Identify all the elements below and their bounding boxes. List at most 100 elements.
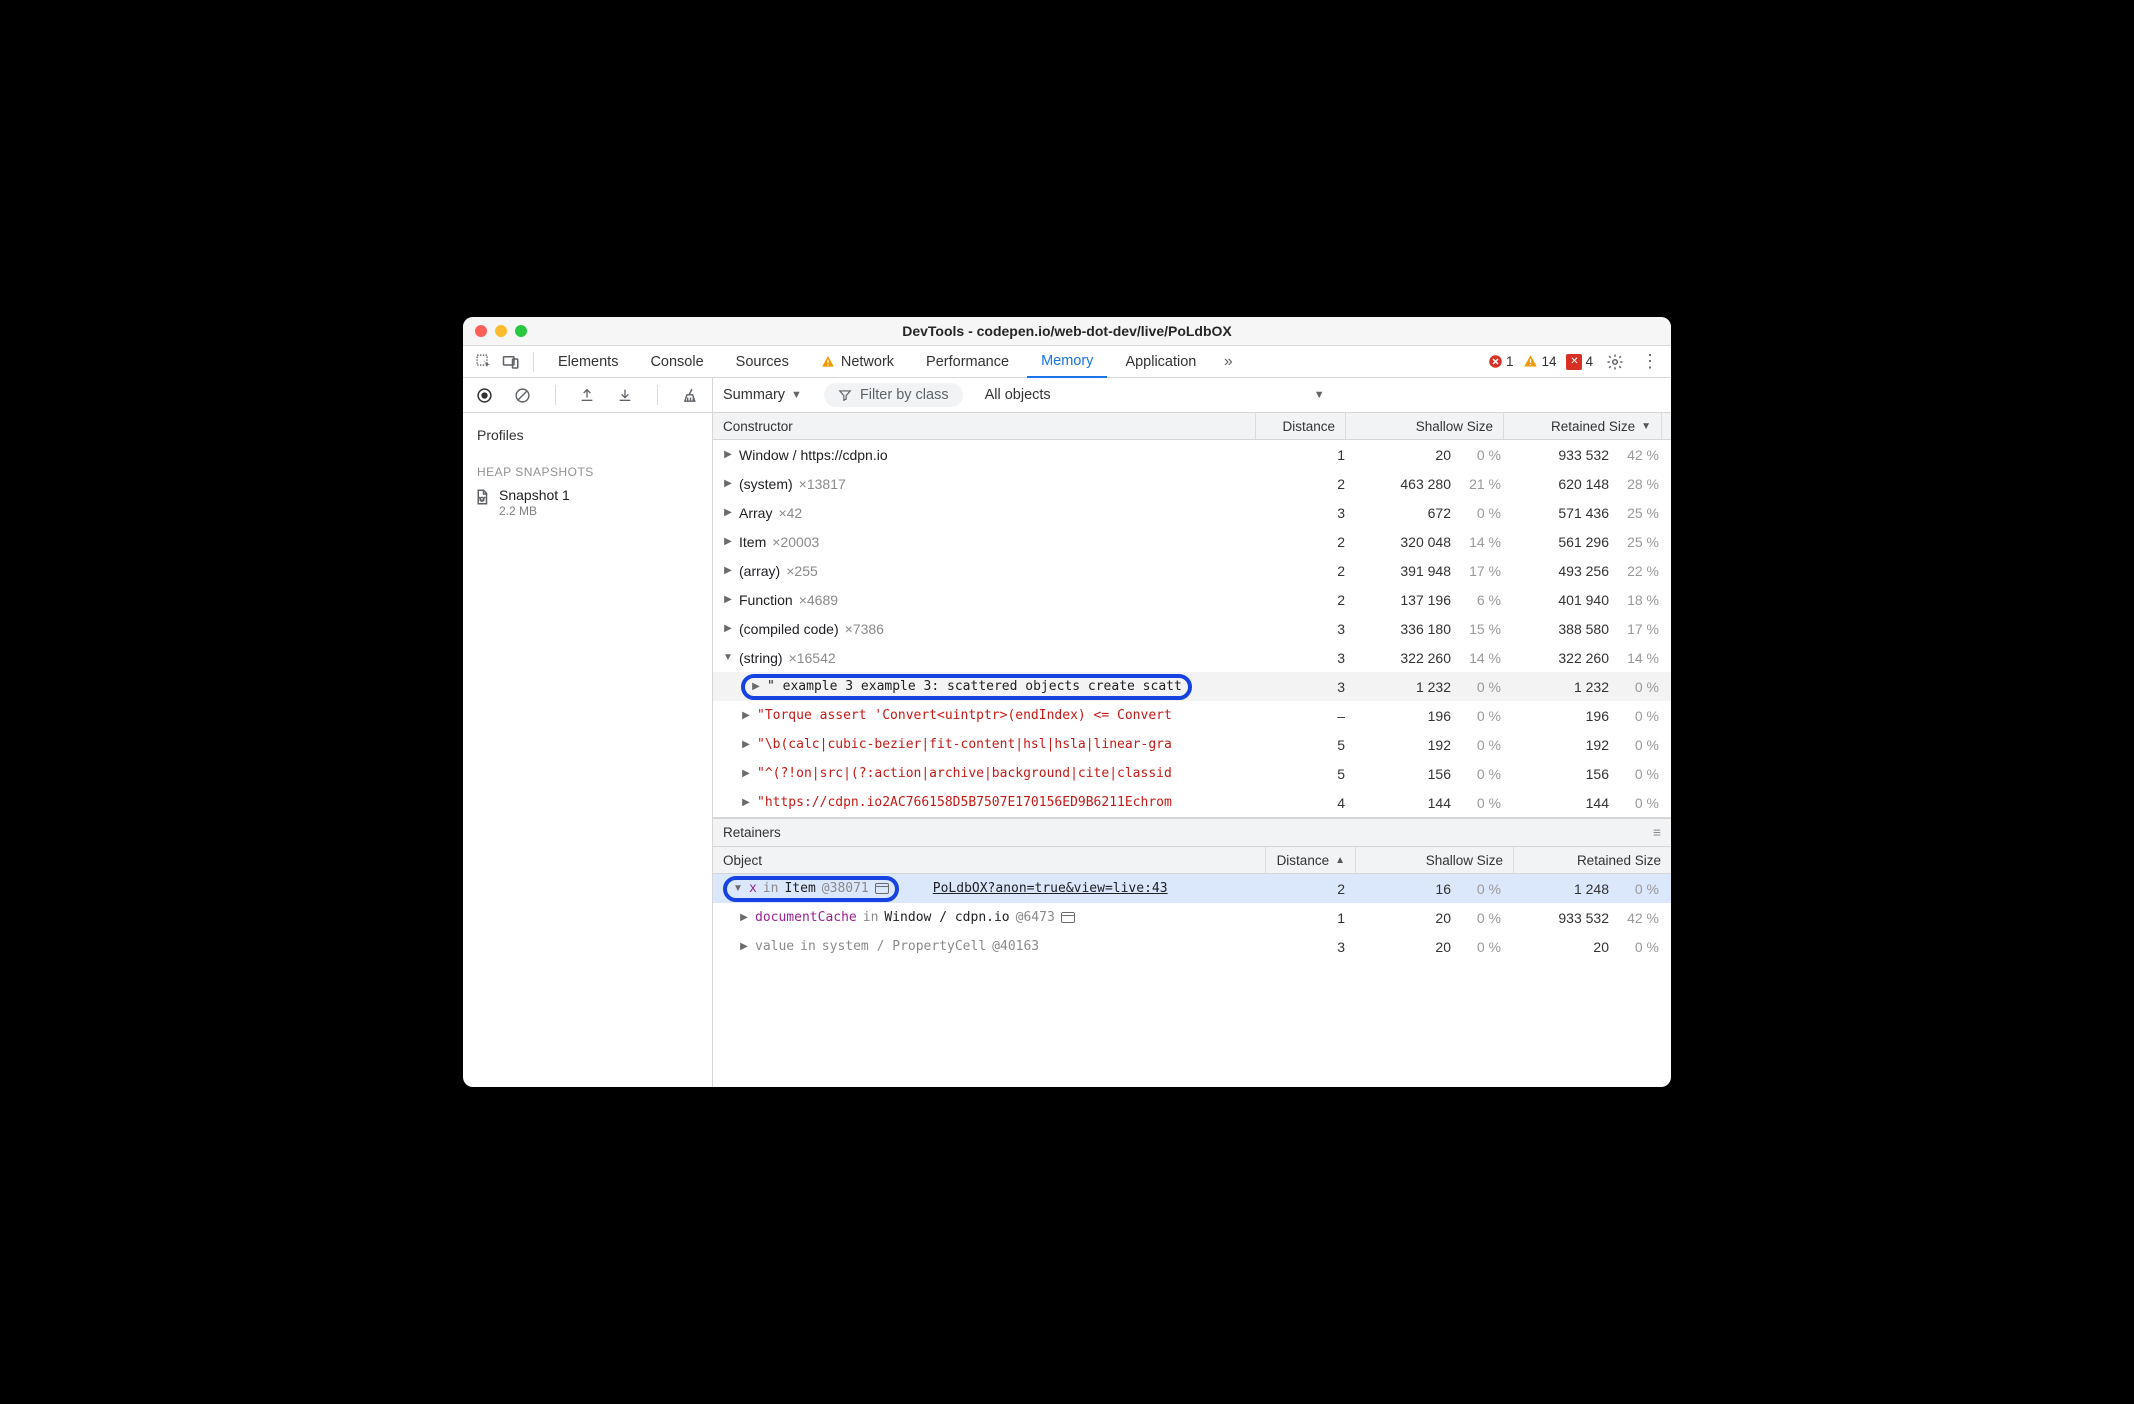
distance-cell: 5 <box>1265 759 1355 788</box>
object-path: Window / cdpn.io <box>884 910 1009 925</box>
tab-label: Network <box>841 354 894 370</box>
view-dropdown[interactable]: Summary ▼ <box>723 387 802 403</box>
class-filter-input[interactable]: Filter by class <box>824 383 963 407</box>
settings-icon[interactable] <box>1603 350 1627 374</box>
disclosure-triangle-icon[interactable]: ▼ <box>723 652 733 663</box>
instance-count: ×255 <box>786 563 818 579</box>
col-object[interactable]: Object <box>713 847 1265 873</box>
instance-count: ×42 <box>778 505 802 521</box>
table-row[interactable]: ▶ " example 3 example 3: scattered objec… <box>713 672 1671 701</box>
distance-cell: 3 <box>1265 672 1355 701</box>
pane-menu-icon[interactable]: ≡ <box>1653 825 1661 840</box>
col-retained-size[interactable]: Retained Size ▼ <box>1503 413 1661 439</box>
tab-rect-icon <box>875 883 889 894</box>
tab-sources[interactable]: Sources <box>722 346 803 378</box>
col-retained-size[interactable]: Retained Size <box>1513 847 1671 873</box>
col-shallow-size[interactable]: Shallow Size <box>1345 413 1503 439</box>
table-row[interactable]: ▶ Array ×42 3 6720 % 571 43625 % <box>713 498 1671 527</box>
disclosure-triangle-icon[interactable]: ▶ <box>741 710 751 721</box>
objects-filter-dropdown[interactable]: All objects ▼ <box>985 387 1325 403</box>
minimize-window-button[interactable] <box>495 325 507 337</box>
import-icon[interactable] <box>613 383 637 407</box>
constructors-rows[interactable]: ▶ Window / https://cdpn.io 1 200 % 933 5… <box>713 440 1671 818</box>
table-row[interactable]: ▶ (array) ×255 2 391 94817 % 493 25622 % <box>713 556 1671 585</box>
divider <box>555 385 556 405</box>
tab-elements[interactable]: Elements <box>544 346 632 378</box>
export-icon[interactable] <box>576 383 600 407</box>
disclosure-triangle-icon[interactable]: ▶ <box>723 594 733 605</box>
devtools-window: DevTools - codepen.io/web-dot-dev/live/P… <box>463 317 1671 1087</box>
window-title: DevTools - codepen.io/web-dot-dev/live/P… <box>463 323 1671 339</box>
col-distance[interactable]: Distance ▲ <box>1265 847 1355 873</box>
clear-button[interactable] <box>511 383 535 407</box>
close-window-button[interactable] <box>475 325 487 337</box>
disclosure-triangle-icon[interactable]: ▶ <box>739 912 749 923</box>
source-link[interactable]: PoLdbOX?anon=true&view=live:43 <box>933 881 1168 896</box>
col-constructor[interactable]: Constructor <box>713 413 1255 439</box>
disclosure-triangle-icon[interactable]: ▶ <box>723 507 733 518</box>
col-shallow-size[interactable]: Shallow Size <box>1355 847 1513 873</box>
string-value: "^(?!on|src|(?:action|archive|background… <box>757 766 1172 781</box>
tab-memory[interactable]: Memory <box>1027 346 1107 378</box>
disclosure-triangle-icon[interactable]: ▶ <box>741 797 751 808</box>
sort-desc-icon: ▼ <box>1641 421 1651 432</box>
error-count[interactable]: 1 <box>1488 354 1514 369</box>
tab-label: Memory <box>1041 353 1093 369</box>
table-row[interactable]: ▶ Function ×4689 2 137 1966 % 401 94018 … <box>713 585 1671 614</box>
snapshot-item[interactable]: Snapshot 1 2.2 MB <box>463 483 712 522</box>
disclosure-triangle-icon[interactable]: ▶ <box>723 536 733 547</box>
disclosure-triangle-icon[interactable]: ▶ <box>741 739 751 750</box>
instance-count: ×4689 <box>799 592 838 608</box>
warning-count[interactable]: 14 <box>1523 354 1556 369</box>
tab-application[interactable]: Application <box>1111 346 1210 378</box>
distance-cell: 3 <box>1265 932 1355 961</box>
object-id: @38071 <box>822 881 869 896</box>
disclosure-triangle-icon[interactable]: ▶ <box>741 768 751 779</box>
disclosure-triangle-icon[interactable]: ▶ <box>723 478 733 489</box>
table-row[interactable]: ▶ (compiled code) ×7386 3 336 18015 % 38… <box>713 614 1671 643</box>
col-label: Retained Size <box>1551 419 1635 434</box>
table-row[interactable]: ▶ "Torque assert 'Convert<uintptr>(endIn… <box>713 701 1671 730</box>
col-distance[interactable]: Distance <box>1255 413 1345 439</box>
disclosure-triangle-icon[interactable]: ▶ <box>723 623 733 634</box>
more-options-icon[interactable]: ⋮ <box>1637 351 1663 372</box>
snapshot-view: Constructor Distance Shallow Size Retain… <box>713 413 1671 1087</box>
object-path: system / PropertyCell <box>822 939 986 954</box>
table-row[interactable]: ▶ documentCache in Window / cdpn.io @647… <box>713 903 1671 932</box>
table-row[interactable]: ▼ (string) ×16542 3 322 26014 % 322 2601… <box>713 643 1671 672</box>
table-row[interactable]: ▶ "^(?!on|src|(?:action|archive|backgrou… <box>713 759 1671 788</box>
disclosure-triangle-icon[interactable]: ▶ <box>723 565 733 576</box>
property-name: documentCache <box>755 910 857 925</box>
tab-console[interactable]: Console <box>636 346 717 378</box>
disclosure-triangle-icon[interactable]: ▶ <box>739 941 749 952</box>
disclosure-triangle-icon[interactable]: ▼ <box>733 883 743 894</box>
blocked-count[interactable]: ✕ 4 <box>1566 354 1593 370</box>
disclosure-triangle-icon[interactable]: ▶ <box>723 449 733 460</box>
table-row[interactable]: ▶ value in system / PropertyCell @40163 … <box>713 932 1671 961</box>
distance-cell: 5 <box>1265 730 1355 759</box>
table-row[interactable]: ▶ Item ×20003 2 320 04814 % 561 29625 % <box>713 527 1671 556</box>
gc-broom-icon[interactable] <box>678 383 702 407</box>
constructor-label: (system) <box>739 476 793 492</box>
more-tabs-icon[interactable]: » <box>1214 350 1242 374</box>
highlighted-row: ▶ " example 3 example 3: scattered objec… <box>741 674 1192 700</box>
table-row[interactable]: ▶ "\b(calc|cubic-bezier|fit-content|hsl|… <box>713 730 1671 759</box>
string-value: " example 3 example 3: scattered objects… <box>767 679 1182 694</box>
table-row[interactable]: ▶ (system) ×13817 2 463 28021 % 620 1482… <box>713 469 1671 498</box>
retainers-rows[interactable]: ▼ x in Item @38071 PoLdbOX?anon=true&vie… <box>713 874 1671 1087</box>
tab-performance[interactable]: Performance <box>912 346 1023 378</box>
tab-network[interactable]: Network <box>807 346 908 378</box>
tab-label: Application <box>1125 354 1196 370</box>
device-toolbar-icon[interactable] <box>499 350 523 374</box>
table-row[interactable]: ▶ Window / https://cdpn.io 1 200 % 933 5… <box>713 440 1671 469</box>
blocked-icon: ✕ <box>1566 354 1582 370</box>
distance-cell: 3 <box>1265 498 1355 527</box>
snapshot-icon <box>473 488 491 506</box>
zoom-window-button[interactable] <box>515 325 527 337</box>
table-row[interactable]: ▼ x in Item @38071 PoLdbOX?anon=true&vie… <box>713 874 1671 903</box>
table-row[interactable]: ▶ "https://cdpn.io2AC766158D5B7507E17015… <box>713 788 1671 817</box>
record-button[interactable] <box>473 383 497 407</box>
disclosure-triangle-icon[interactable]: ▶ <box>751 681 761 692</box>
inspect-element-icon[interactable] <box>471 350 495 374</box>
devtools-tabstrip: Elements Console Sources Network Perform… <box>463 346 1671 378</box>
